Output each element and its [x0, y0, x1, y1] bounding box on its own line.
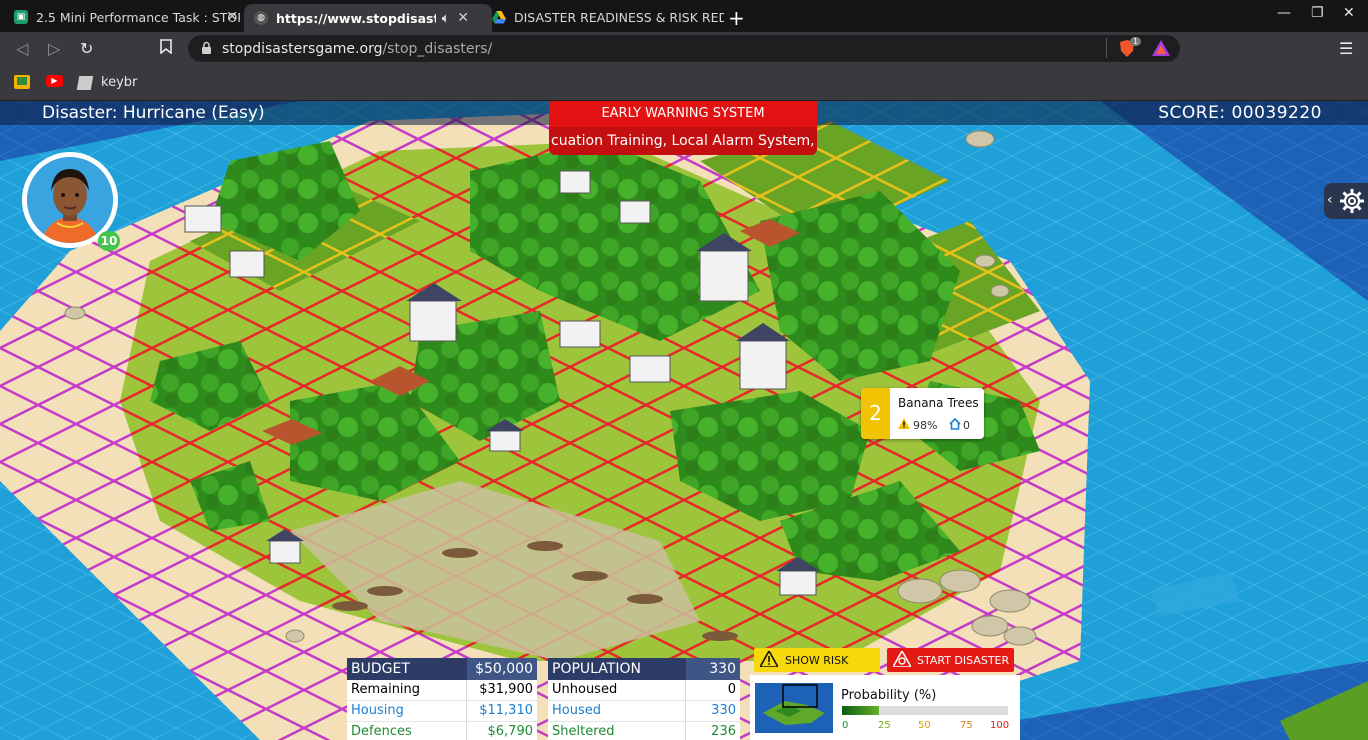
menu-icon[interactable]: ☰: [1339, 39, 1353, 58]
budget-header: BUDGET: [351, 661, 410, 677]
budget-total: $50,000: [467, 658, 537, 680]
population-header: POPULATION: [552, 661, 641, 677]
tab-drive[interactable]: DISASTER READINESS & RISK REDU: [492, 4, 724, 30]
close-icon[interactable]: ✕: [457, 10, 469, 26]
bookmark-keybr[interactable]: keybr: [76, 75, 137, 90]
bookmark-classroom-icon[interactable]: [14, 75, 30, 89]
budget-panel: BUDGET $50,000 Remaining $31,900 Housing $1…: [347, 658, 537, 740]
warning-icon: [898, 418, 910, 432]
tab-strip: ▣ 2.5 Mini Performance Task : STOP D ✕ ◍…: [0, 0, 1368, 32]
minimize-icon[interactable]: —: [1277, 5, 1291, 21]
level-badge: 10: [98, 231, 120, 251]
bookmarks-bar: ▶ keybr: [0, 66, 1368, 101]
youtube-icon[interactable]: ▶: [46, 75, 63, 87]
brave-rewards-icon[interactable]: [1152, 40, 1170, 60]
tooltip-risk: 98%: [913, 418, 938, 432]
tick-label: 0: [842, 720, 849, 731]
table-row: Sheltered 236: [548, 722, 740, 740]
classroom-icon: ▣: [14, 10, 28, 24]
keybr-icon: [76, 75, 94, 90]
warning-icon: [758, 648, 780, 670]
probability-panel: Probability (%) 0 25 50 75 100: [750, 675, 1020, 740]
table-row: Housed 330: [548, 701, 740, 722]
tick-label: 75: [960, 720, 973, 731]
tab-stopdisasters[interactable]: ◍ https://www.stopdisasters 🔈︎ ✕: [244, 4, 492, 32]
probability-bar: [842, 706, 1008, 715]
tick-label: 100: [990, 720, 1010, 731]
population-total: 330: [686, 658, 740, 680]
tooltip-count: 2: [861, 388, 890, 439]
minimap[interactable]: [755, 683, 833, 733]
tooltip-housed: 0: [963, 419, 970, 432]
score-value: 00039220: [1231, 103, 1322, 123]
population-panel: POPULATION 330 Unhoused 0 Housed 330 Shelte…: [548, 658, 740, 740]
settings-button[interactable]: ‹: [1324, 183, 1368, 219]
early-warning-title: EARLY WARNING SYSTEM: [549, 101, 817, 127]
tab-classroom[interactable]: ▣ 2.5 Mini Performance Task : STOP D ✕: [14, 4, 240, 30]
url-host: stopdisastersgame.org: [222, 41, 383, 57]
forward-icon[interactable]: ▷: [48, 39, 60, 58]
maximize-icon[interactable]: ❐: [1311, 5, 1324, 21]
house-icon: [949, 417, 961, 433]
speaker-icon[interactable]: 🔈︎: [442, 11, 449, 26]
url-path: /stop_disasters/: [382, 41, 493, 57]
chevron-left-icon: ‹: [1327, 192, 1333, 208]
disaster-title: Disaster: Hurricane (Easy): [42, 103, 265, 123]
table-row: Defences $6,790: [347, 722, 537, 740]
early-warning-panel: EARLY WARNING SYSTEM cuation Training, L…: [549, 101, 817, 157]
google-drive-icon: [492, 10, 506, 24]
game-viewport[interactable]: Disaster: Hurricane (Easy) SCORE: 000392…: [0, 101, 1368, 740]
tooltip-name: Banana Trees: [898, 396, 979, 410]
table-row: Remaining $31,900: [347, 680, 537, 701]
address-bar[interactable]: stopdisastersgame.org/stop_disasters/ 1: [188, 35, 1180, 62]
lock-icon: [201, 40, 212, 59]
globe-icon: ◍: [254, 11, 268, 25]
table-row: Housing $11,310: [347, 701, 537, 722]
new-tab-button[interactable]: +: [728, 6, 745, 30]
tile-tooltip: 2 Banana Trees 98% 0: [861, 388, 984, 439]
score-display: SCORE: 00039220: [1158, 103, 1322, 123]
back-icon[interactable]: ◁: [16, 39, 28, 58]
show-risk-button[interactable]: SHOW RISK: [754, 648, 880, 672]
early-warning-ticker: cuation Training, Local Alarm System,: [549, 127, 817, 155]
close-window-icon[interactable]: ✕: [1343, 5, 1355, 21]
navigation-bar: ◁ ▷ ↻ stopdisastersgame.org/stop_disaste…: [0, 32, 1368, 66]
reload-icon[interactable]: ↻: [80, 39, 93, 58]
probability-label: Probability (%): [841, 688, 937, 703]
gear-icon: [1339, 188, 1365, 218]
start-disaster-button[interactable]: START DISASTER: [887, 648, 1014, 672]
probability-fill: [842, 706, 879, 715]
game-map[interactable]: [0, 101, 1368, 740]
advisor-portrait: [27, 157, 113, 243]
table-row: Unhoused 0: [548, 680, 740, 701]
close-icon[interactable]: ✕: [226, 9, 238, 25]
bookmark-icon[interactable]: [160, 39, 172, 58]
hazard-icon: [891, 648, 913, 670]
tick-label: 50: [918, 720, 931, 731]
tick-label: 25: [878, 720, 891, 731]
divider: [1106, 38, 1107, 58]
shields-count-badge: 1: [1130, 37, 1142, 46]
